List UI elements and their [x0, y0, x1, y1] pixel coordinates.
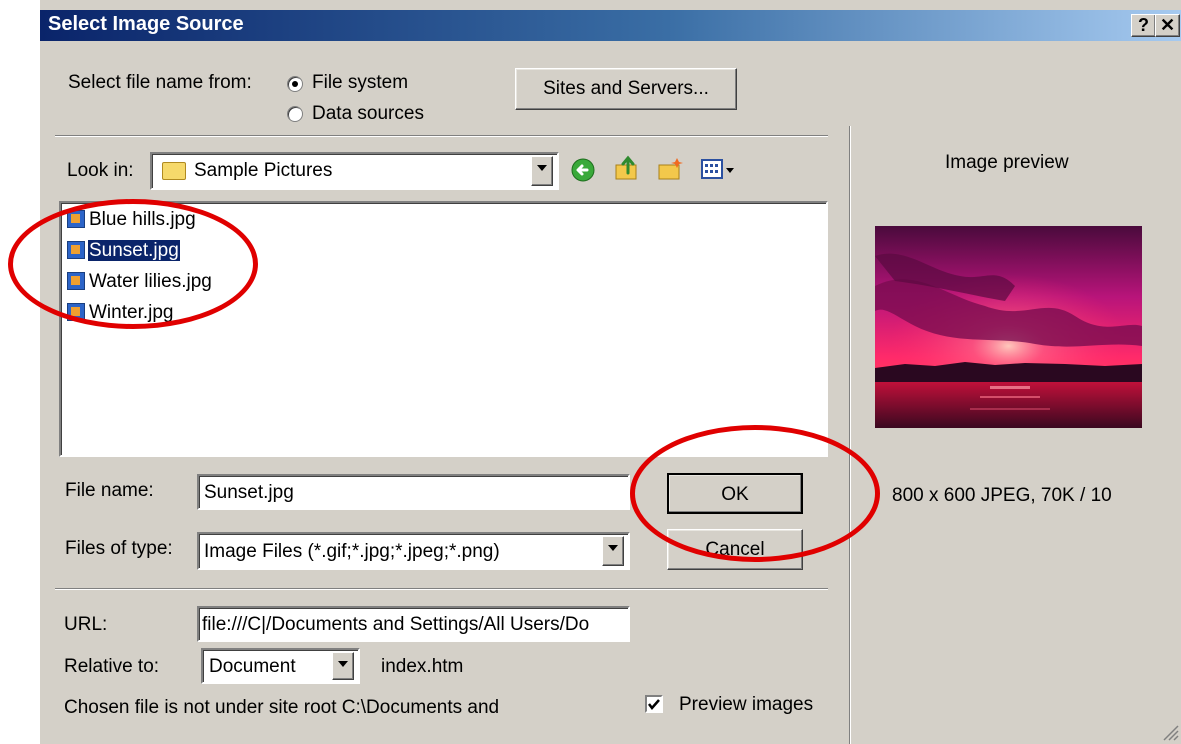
close-button[interactable]: ✕	[1155, 14, 1180, 37]
sites-and-servers-button[interactable]: Sites and Servers...	[515, 68, 737, 110]
filetype-label: Files of type:	[65, 538, 173, 559]
relative-value: Document	[209, 656, 296, 677]
source-label: Select file name from:	[68, 72, 252, 93]
annotation-circle-ok	[630, 425, 880, 562]
relative-dropdown-arrow[interactable]	[332, 652, 354, 680]
up-folder-icon[interactable]	[613, 153, 643, 183]
separator-top	[55, 135, 828, 137]
relative-page: index.htm	[381, 656, 464, 677]
url-value: file:///C|/Documents and Settings/All Us…	[202, 614, 590, 635]
image-preview-label: Image preview	[945, 152, 1069, 173]
filetype-dropdown-arrow[interactable]	[602, 536, 624, 566]
radio-file-system-label[interactable]: File system	[312, 72, 408, 94]
title-bar[interactable]: Select Image Source ? ✕	[40, 10, 1181, 41]
filename-value: Sunset.jpg	[204, 482, 294, 503]
back-icon[interactable]	[570, 157, 596, 183]
checkmark-icon	[648, 699, 660, 710]
filename-input[interactable]: Sunset.jpg	[197, 474, 630, 510]
filetype-dropdown[interactable]: Image Files (*.gif;*.jpg;*.jpeg;*.png)	[197, 532, 630, 570]
preview-separator	[849, 126, 851, 744]
relative-label: Relative to:	[64, 656, 160, 677]
url-label: URL:	[64, 614, 108, 635]
view-menu-icon[interactable]	[700, 158, 740, 182]
url-input[interactable]: file:///C|/Documents and Settings/All Us…	[197, 606, 630, 642]
filetype-value: Image Files (*.gif;*.jpg;*.jpeg;*.png)	[204, 541, 500, 562]
preview-checkbox[interactable]	[645, 695, 663, 713]
new-folder-icon[interactable]	[656, 155, 686, 183]
filename-label: File name:	[65, 480, 154, 501]
resize-grip-icon[interactable]	[1160, 722, 1180, 742]
preview-checkbox-label[interactable]: Preview images	[679, 694, 813, 716]
lookin-value: Sample Pictures	[194, 160, 333, 181]
lookin-label: Look in:	[67, 160, 134, 181]
sunset-preview-image	[875, 226, 1142, 428]
help-button[interactable]: ?	[1131, 14, 1156, 37]
folder-icon	[162, 162, 186, 180]
site-root-note: Chosen file is not under site root C:\Do…	[64, 697, 500, 718]
radio-data-sources-label[interactable]: Data sources	[312, 103, 424, 125]
annotation-circle-file	[8, 199, 258, 329]
relative-dropdown[interactable]: Document	[201, 648, 360, 684]
radio-data-sources[interactable]	[287, 106, 303, 122]
image-info: 800 x 600 JPEG, 70K / 10	[892, 485, 1112, 506]
lookin-dropdown-arrow[interactable]	[531, 156, 553, 186]
window-title: Select Image Source	[48, 13, 244, 35]
radio-file-system[interactable]	[287, 76, 303, 92]
lookin-dropdown[interactable]: Sample Pictures	[150, 152, 559, 190]
separator-bottom	[55, 588, 828, 590]
